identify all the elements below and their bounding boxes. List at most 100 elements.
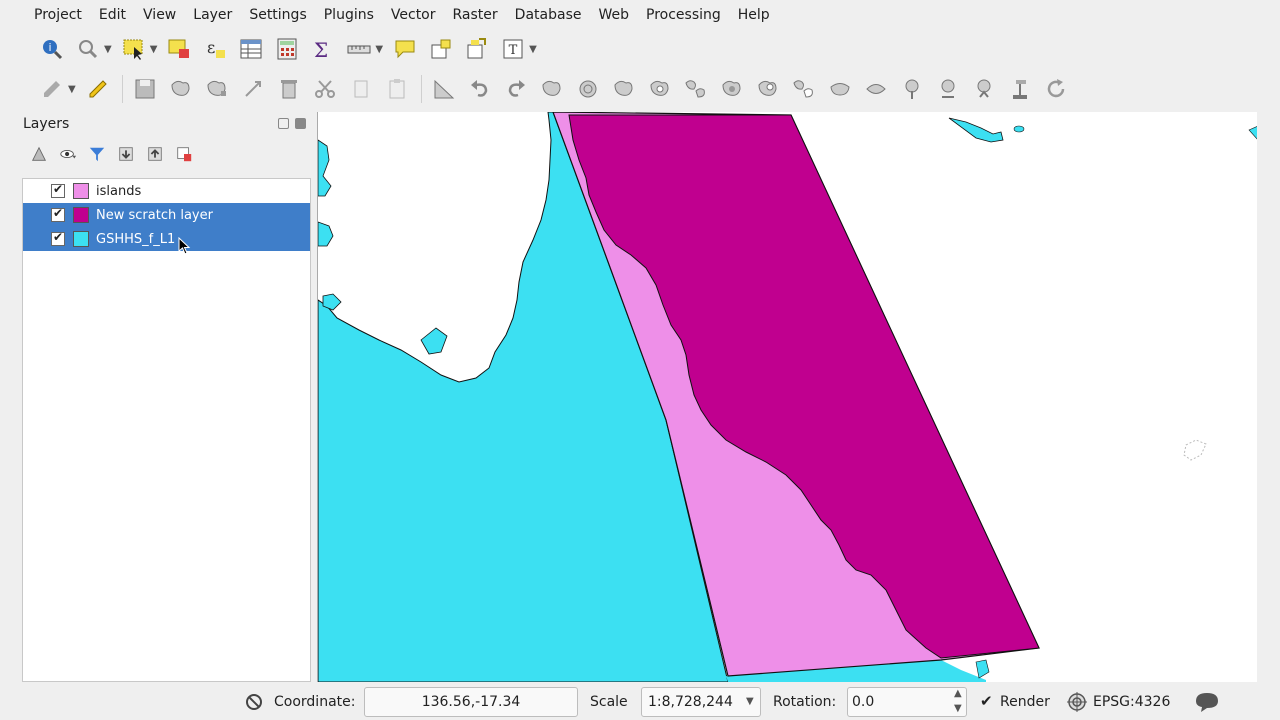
rotation-label: Rotation:	[773, 694, 837, 710]
menu-web[interactable]: Web	[598, 7, 629, 23]
offset-curve-icon[interactable]	[862, 75, 890, 103]
remove-layer-icon[interactable]	[173, 143, 195, 165]
layer-name: GSHHS_f_L1	[96, 231, 176, 247]
fill-ring-icon[interactable]	[718, 75, 746, 103]
layer-row-islands[interactable]: islands	[23, 179, 310, 203]
split-parts-icon[interactable]	[934, 75, 962, 103]
reshape-icon[interactable]	[826, 75, 854, 103]
expand-all-icon[interactable]	[115, 143, 137, 165]
chevron-down-icon[interactable]: ▼	[68, 84, 76, 95]
select-icon[interactable]	[120, 35, 148, 63]
delete-ring-icon[interactable]	[754, 75, 782, 103]
copy-icon[interactable]	[347, 75, 375, 103]
coordinate-field[interactable]: 136.56,-17.34	[364, 687, 578, 717]
rotate-icon[interactable]	[574, 75, 602, 103]
add-part-icon[interactable]	[682, 75, 710, 103]
expression-icon[interactable]: ε	[201, 35, 229, 63]
menu-vector[interactable]: Vector	[391, 7, 436, 23]
pencil-icon[interactable]	[84, 75, 112, 103]
edit-icon[interactable]	[38, 75, 66, 103]
chevron-down-icon[interactable]: ▼	[746, 696, 754, 707]
layer-visibility-checkbox[interactable]	[51, 182, 65, 198]
chevron-down-icon[interactable]: ▼	[375, 44, 383, 55]
menu-plugins[interactable]: Plugins	[324, 7, 374, 23]
toolbar-separator	[121, 75, 123, 103]
menu-settings[interactable]: Settings	[249, 7, 306, 23]
visibility-eye-icon[interactable]	[57, 143, 79, 165]
svg-text:Σ: Σ	[314, 38, 328, 61]
split-icon[interactable]	[898, 75, 926, 103]
crs-label[interactable]: EPSG:4326	[1093, 694, 1170, 710]
move-feature-icon[interactable]	[239, 75, 267, 103]
menu-raster[interactable]: Raster	[453, 7, 498, 23]
paste-icon[interactable]	[383, 75, 411, 103]
layer-name: New scratch layer	[96, 207, 213, 223]
menu-help[interactable]: Help	[738, 7, 770, 23]
menu-processing[interactable]: Processing	[646, 7, 721, 23]
layer-visibility-checkbox[interactable]	[51, 206, 65, 222]
offset-icon[interactable]	[538, 75, 566, 103]
rotation-spinbox[interactable]: 0.0	[847, 687, 967, 717]
style-manager-icon[interactable]	[28, 143, 50, 165]
add-ring-icon[interactable]	[646, 75, 674, 103]
digitize-icon[interactable]	[430, 75, 458, 103]
merge-attr-icon[interactable]	[1006, 75, 1034, 103]
delete-icon[interactable]	[275, 75, 303, 103]
zoom-icon[interactable]	[74, 35, 102, 63]
measure-icon[interactable]	[345, 35, 373, 63]
crs-icon[interactable]	[1067, 692, 1087, 712]
deselect-icon[interactable]	[165, 35, 193, 63]
close-panel-button[interactable]	[295, 118, 306, 129]
text-annotation-icon[interactable]: T	[499, 35, 527, 63]
land-patch	[1248, 126, 1257, 140]
float-panel-button[interactable]	[278, 118, 289, 129]
small-islet	[1183, 439, 1207, 461]
chevron-down-icon[interactable]: ▼	[104, 44, 112, 55]
layer-visibility-checkbox[interactable]	[51, 230, 65, 246]
menu-bar: Project Edit View Layer Settings Plugins…	[0, 0, 1280, 30]
undo-icon[interactable]	[466, 75, 494, 103]
menu-layer[interactable]: Layer	[193, 7, 232, 23]
render-check-icon[interactable]: ✔	[980, 692, 993, 710]
chevron-down-icon[interactable]: ▼	[150, 44, 158, 55]
redo-icon[interactable]	[502, 75, 530, 103]
mouse-cursor-icon	[178, 237, 191, 255]
menu-view[interactable]: View	[143, 7, 176, 23]
messages-icon[interactable]	[1194, 691, 1220, 713]
menu-edit[interactable]: Edit	[99, 7, 126, 23]
cut-icon[interactable]	[311, 75, 339, 103]
add-feature-icon[interactable]	[167, 75, 195, 103]
merge-icon[interactable]	[970, 75, 998, 103]
spin-up-icon[interactable]: ▲	[954, 688, 962, 699]
map-canvas[interactable]	[317, 112, 1257, 682]
menu-project[interactable]: Project	[34, 7, 82, 23]
add-text-icon[interactable]	[427, 35, 455, 63]
scale-combobox[interactable]: 1:8,728,244	[641, 687, 761, 717]
layer-row-scratch[interactable]: New scratch layer	[23, 203, 310, 227]
field-calc-icon[interactable]	[273, 35, 301, 63]
statistics-icon[interactable]: Σ	[309, 35, 337, 63]
filter-icon[interactable]	[86, 143, 108, 165]
menu-database[interactable]: Database	[515, 7, 582, 23]
simplify-icon[interactable]	[610, 75, 638, 103]
spin-down-icon[interactable]: ▼	[954, 703, 962, 714]
collapse-all-icon[interactable]	[144, 143, 166, 165]
identify-icon[interactable]: i	[38, 35, 66, 63]
move-label-icon[interactable]	[463, 35, 491, 63]
map-drawing	[318, 112, 1257, 682]
chevron-down-icon[interactable]: ▼	[529, 44, 537, 55]
layer-row-gshhs[interactable]: GSHHS_f_L1	[23, 227, 310, 255]
refresh-icon[interactable]	[1042, 75, 1070, 103]
annotation-icon[interactable]	[391, 35, 419, 63]
layers-panel-title: Layers	[23, 116, 70, 132]
rotation-value: 0.0	[852, 694, 875, 710]
coordinate-toggle-icon[interactable]	[244, 692, 264, 712]
save-icon[interactable]	[131, 75, 159, 103]
delete-part-icon[interactable]	[790, 75, 818, 103]
land-patch	[420, 327, 448, 355]
window-edge	[1257, 112, 1280, 682]
attribute-table-icon[interactable]	[237, 35, 265, 63]
layer-tree: islands New scratch layer GSHHS_f_L1	[22, 178, 311, 682]
layers-toolbar	[28, 142, 202, 166]
node-tool-icon[interactable]	[203, 75, 231, 103]
